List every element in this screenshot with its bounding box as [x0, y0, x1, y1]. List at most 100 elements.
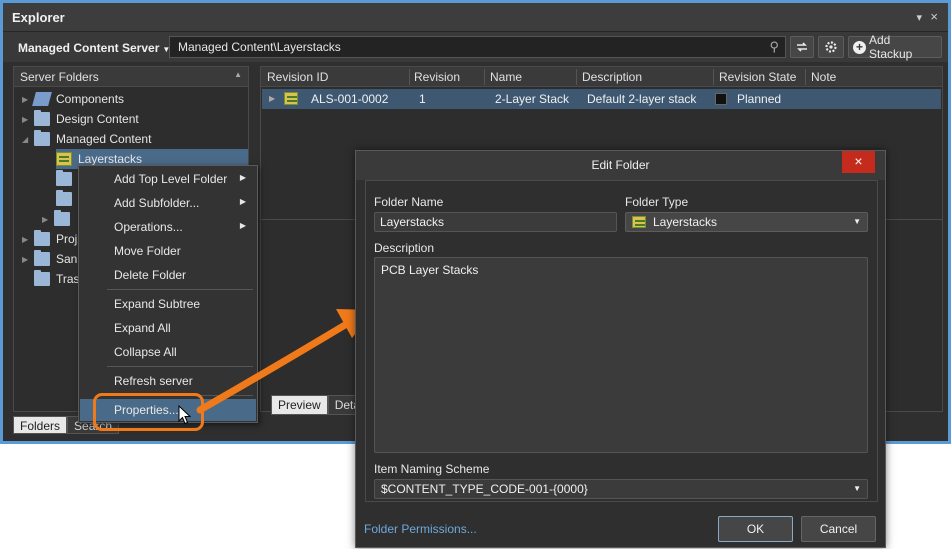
- tree-item-trash[interactable]: Tras: [22, 269, 80, 289]
- tree-item-label: Components: [56, 92, 125, 106]
- tree-item-hidden-3[interactable]: ▶: [42, 209, 76, 229]
- menu-item-refresh-server[interactable]: Refresh server: [80, 370, 256, 392]
- ok-button[interactable]: OK: [718, 516, 793, 542]
- state-color-swatch: [715, 93, 727, 105]
- add-stackup-button[interactable]: + Add Stackup: [848, 33, 942, 61]
- expand-icon[interactable]: ▶: [42, 215, 54, 224]
- dialog-title: Edit Folder: [591, 158, 650, 172]
- folder-name-field[interactable]: Layerstacks: [374, 212, 617, 232]
- menu-item-delete-folder[interactable]: Delete Folder: [80, 264, 256, 286]
- folder-icon: [34, 130, 50, 146]
- explorer-toolbar: Managed Content Server ▼ Managed Content\…: [3, 32, 948, 62]
- tree-item-managed-content[interactable]: ◢ Managed Content: [22, 129, 151, 149]
- sort-icon: ▲: [234, 70, 242, 79]
- tree-item-components[interactable]: ▶ Components: [22, 89, 124, 109]
- tree-item-label: Design Content: [56, 112, 139, 126]
- submenu-arrow-icon: ▶: [239, 173, 246, 182]
- path-text: Managed Content\Layerstacks: [178, 40, 341, 54]
- server-selector[interactable]: Managed Content Server ▼: [18, 41, 170, 55]
- expand-icon[interactable]: ▶: [269, 94, 275, 103]
- folder-icon: [34, 250, 50, 266]
- folder-context-menu: Add Top Level Folder ▶ Add Subfolder... ▶ …: [78, 165, 258, 423]
- explorer-titlebar: Explorer ▾ ×: [3, 3, 948, 32]
- description-value: PCB Layer Stacks: [381, 263, 479, 277]
- menu-item-label: Operations...: [114, 220, 183, 234]
- column-separator[interactable]: [713, 69, 714, 85]
- folder-name-label: Folder Name: [374, 195, 444, 209]
- column-separator[interactable]: [805, 69, 806, 85]
- table-row[interactable]: ▶ ALS-001-0002 1 2-Layer Stack Default 2…: [262, 89, 941, 109]
- cancel-button[interactable]: Cancel: [801, 516, 876, 542]
- expand-icon[interactable]: ▶: [22, 255, 34, 264]
- tree-item-hidden-1[interactable]: [56, 169, 78, 189]
- explorer-title: Explorer: [12, 9, 65, 25]
- submenu-arrow-icon: ▶: [239, 197, 246, 206]
- cell-revision: 1: [419, 92, 426, 106]
- refresh-button[interactable]: [790, 36, 814, 58]
- menu-item-move-folder[interactable]: Move Folder: [80, 240, 256, 262]
- naming-scheme-label: Item Naming Scheme: [374, 462, 490, 476]
- close-icon: ×: [854, 153, 863, 169]
- menu-item-add-subfolder[interactable]: Add Subfolder... ▶: [80, 192, 256, 214]
- path-input[interactable]: Managed Content\Layerstacks ⚲: [169, 36, 786, 58]
- collapse-icon[interactable]: ◢: [22, 135, 34, 144]
- layerstack-icon: [56, 152, 72, 166]
- column-revision-state[interactable]: Revision State: [719, 70, 796, 84]
- tree-item-projects[interactable]: ▶ Proj: [22, 229, 77, 249]
- folder-permissions-link[interactable]: Folder Permissions...: [364, 522, 477, 536]
- naming-scheme-select[interactable]: $CONTENT_TYPE_CODE-001-{0000} ▼: [374, 479, 868, 499]
- column-revision[interactable]: Revision: [414, 70, 460, 84]
- cell-description: Default 2-layer stack: [587, 92, 697, 106]
- folder-type-select[interactable]: Layerstacks ▼: [625, 212, 868, 232]
- expand-icon[interactable]: ▶: [22, 235, 34, 244]
- tree-item-design-content[interactable]: ▶ Design Content: [22, 109, 139, 129]
- description-textarea[interactable]: PCB Layer Stacks: [374, 257, 868, 453]
- menu-item-expand-subtree[interactable]: Expand Subtree: [80, 293, 256, 315]
- column-separator[interactable]: [409, 69, 410, 85]
- panel-menu-icon[interactable]: ▾: [916, 11, 922, 24]
- components-icon: [32, 92, 52, 106]
- cell-name: 2-Layer Stack: [495, 92, 570, 106]
- tree-item-sandbox[interactable]: ▶ San: [22, 249, 77, 269]
- tab-preview[interactable]: Preview: [271, 395, 328, 415]
- menu-item-expand-all[interactable]: Expand All: [80, 317, 256, 339]
- folder-type-value: Layerstacks: [653, 215, 718, 229]
- gear-icon: [825, 41, 837, 53]
- submenu-arrow-icon: ▶: [239, 221, 246, 230]
- column-separator[interactable]: [484, 69, 485, 85]
- column-separator[interactable]: [576, 69, 577, 85]
- menu-separator: [107, 289, 253, 290]
- search-icon[interactable]: ⚲: [769, 39, 779, 55]
- description-label: Description: [374, 241, 435, 255]
- column-name[interactable]: Name: [490, 70, 522, 84]
- folder-icon: [56, 190, 72, 206]
- naming-scheme-value: $CONTENT_TYPE_CODE-001-{0000}: [381, 482, 588, 496]
- menu-item-label: Add Subfolder...: [114, 196, 200, 210]
- layerstack-icon: [284, 92, 298, 105]
- settings-button[interactable]: [818, 36, 844, 58]
- cell-revision-id: ALS-001-0002: [311, 92, 389, 106]
- expand-icon[interactable]: ▶: [22, 115, 34, 124]
- server-selector-label: Managed Content Server: [18, 41, 160, 55]
- folder-icon: [34, 110, 50, 126]
- menu-item-operations[interactable]: Operations... ▶: [80, 216, 256, 238]
- tree-item-label: Managed Content: [56, 132, 152, 146]
- column-note[interactable]: Note: [811, 70, 836, 84]
- tree-item-label: San: [56, 252, 78, 266]
- tree-item-label: Tras: [56, 272, 80, 286]
- server-folders-header[interactable]: Server Folders ▲: [14, 67, 248, 87]
- folder-name-value: Layerstacks: [380, 215, 445, 229]
- menu-item-collapse-all[interactable]: Collapse All: [80, 341, 256, 363]
- dialog-close-button[interactable]: ×: [842, 151, 875, 173]
- folder-type-label: Folder Type: [625, 195, 689, 209]
- tree-item-hidden-2[interactable]: [56, 189, 78, 209]
- cell-state: Planned: [737, 92, 782, 106]
- close-icon[interactable]: ×: [930, 9, 938, 24]
- column-revision-id[interactable]: Revision ID: [267, 70, 328, 84]
- mouse-cursor-icon: [178, 405, 192, 425]
- menu-item-add-top-level-folder[interactable]: Add Top Level Folder ▶: [80, 168, 256, 190]
- layerstack-icon: [632, 216, 646, 228]
- column-description[interactable]: Description: [582, 70, 642, 84]
- folder-icon: [54, 210, 70, 226]
- tab-folders[interactable]: Folders: [13, 416, 68, 434]
